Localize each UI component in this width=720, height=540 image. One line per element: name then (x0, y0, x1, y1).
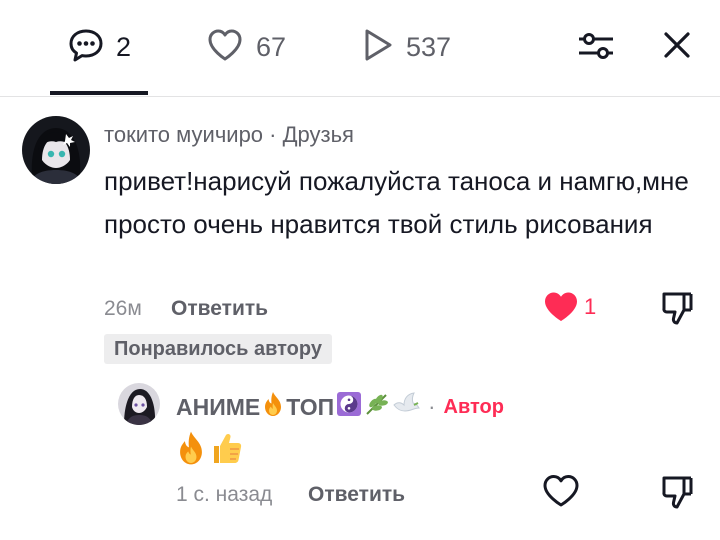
sliders-icon (577, 29, 615, 68)
reply-reply-button[interactable]: Ответить (308, 483, 405, 507)
like-button[interactable] (542, 290, 582, 324)
reply-text (176, 430, 244, 471)
thumbs-up-icon (208, 430, 244, 471)
separator-dot: · (269, 122, 277, 147)
play-outline-icon (362, 27, 394, 68)
avatar[interactable] (22, 116, 90, 184)
reply-button[interactable]: Ответить (171, 297, 268, 321)
thumbs-down-icon (660, 476, 694, 514)
reply-timestamp: 1 с. назад (176, 483, 273, 506)
reply-username-suffix[interactable]: ТОП (286, 394, 334, 421)
plays-count: 537 (406, 31, 452, 62)
comment-user-line: токито муичиро · Друзья (104, 122, 354, 148)
friends-label: Друзья (282, 122, 354, 147)
comment-timestamp: 26м (104, 297, 142, 320)
author-tag: Автор (443, 395, 504, 418)
dove-icon (392, 391, 420, 423)
tab-plays[interactable]: 537 (362, 24, 451, 70)
comment-username[interactable]: токито муичиро (104, 122, 263, 147)
likes-count: 67 (256, 31, 287, 62)
yin-yang-icon (336, 391, 362, 423)
comment-text: привет!нарисуй пожалуйста таноса и намгю… (104, 166, 689, 239)
comment-header-tabs: 2 67 537 (0, 0, 720, 97)
comments-count: 2 (116, 31, 132, 62)
like-count: 1 (584, 294, 597, 319)
heart-filled-icon (542, 292, 580, 328)
fire-icon (262, 391, 284, 423)
thumbs-down-icon (660, 292, 694, 330)
reply-avatar[interactable] (118, 383, 160, 425)
heart-outline-icon (542, 475, 580, 512)
tab-likes[interactable]: 67 (206, 24, 286, 70)
dislike-button[interactable] (660, 290, 696, 326)
reply-like-button[interactable] (542, 474, 582, 510)
herb-icon (364, 391, 390, 423)
close-button[interactable] (660, 30, 694, 64)
active-tab-indicator (50, 91, 148, 95)
fire-icon (176, 430, 206, 471)
comment-bubble-icon (68, 27, 104, 68)
reply-dislike-button[interactable] (660, 474, 696, 510)
tab-comments[interactable]: 2 (68, 24, 131, 70)
reply-username[interactable]: АНИМЕ (176, 394, 260, 421)
reply-user-line: АНИМЕ ТОП · Автор (176, 391, 504, 423)
creator-liked-badge: Понравилось автору (104, 334, 332, 364)
reply-separator-dot: · (428, 394, 436, 419)
heart-outline-icon (206, 27, 244, 68)
close-icon (663, 31, 691, 64)
filter-button[interactable] (576, 28, 616, 68)
